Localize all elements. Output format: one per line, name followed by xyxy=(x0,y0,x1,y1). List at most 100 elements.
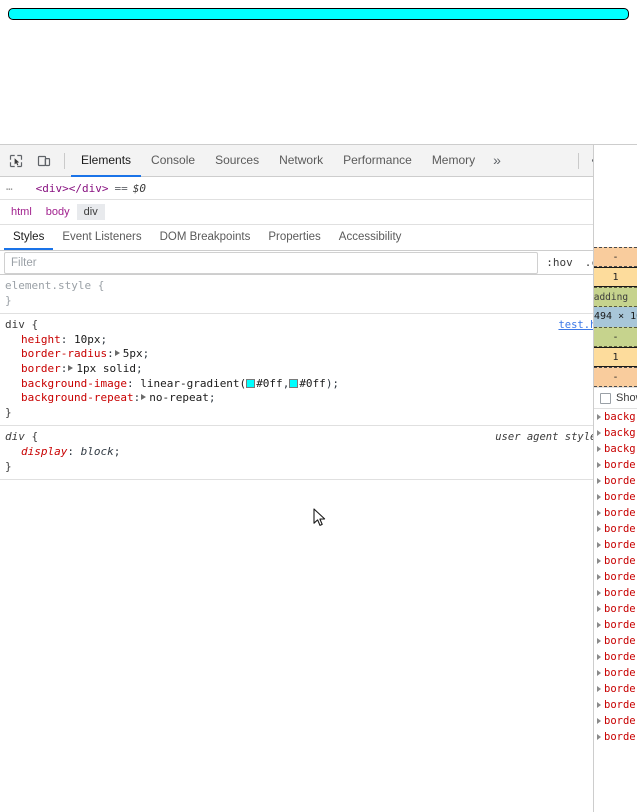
computed-property-row[interactable]: border-right-style xyxy=(594,681,637,697)
computed-properties-list[interactable]: background-attachment background-clip ba… xyxy=(594,409,637,745)
expand-triangle-icon[interactable] xyxy=(597,654,601,660)
computed-property-row[interactable]: background-attachment xyxy=(594,409,637,425)
computed-sidebar: - 1 padding 494 × 10 - 1 - xyxy=(593,145,637,812)
gradient-color-stop-2[interactable]: #0ff xyxy=(299,377,326,390)
dom-node-row[interactable]: … <div></div> == $0 ▲ ▼ xyxy=(0,177,637,200)
box-model-border-bottom[interactable]: 1 xyxy=(594,347,637,367)
gradient-color-stop-1[interactable]: #0ff xyxy=(256,377,283,390)
expand-triangle-icon[interactable] xyxy=(597,686,601,692)
box-model-margin-top[interactable]: - xyxy=(594,247,637,267)
computed-property-row[interactable]: border-left-width xyxy=(594,649,637,665)
computed-property-row[interactable]: border-left-color xyxy=(594,617,637,633)
breadcrumb-item-body[interactable]: body xyxy=(39,204,77,220)
hov-toggle-label: :hov xyxy=(546,256,573,269)
computed-property-row[interactable]: border-bottom-left-radius xyxy=(594,473,637,489)
expand-triangle-icon[interactable] xyxy=(597,542,601,548)
computed-property-row[interactable]: border-image-width xyxy=(594,601,637,617)
style-rule-div-author[interactable]: test.html:3 div { height: 10px; border-r… xyxy=(0,314,637,426)
tab-memory[interactable]: Memory xyxy=(422,145,485,177)
box-model-border-top[interactable]: 1 xyxy=(594,267,637,287)
computed-property-row[interactable]: border-top-color xyxy=(594,713,637,729)
expand-triangle-icon[interactable] xyxy=(597,734,601,740)
declaration-background-image[interactable]: background-image: linear-gradient(#0ff,#… xyxy=(0,377,637,392)
hov-toggle-button[interactable]: :hov xyxy=(540,256,579,269)
dom-collapsed-dots[interactable]: … xyxy=(4,180,18,197)
color-swatch-icon[interactable] xyxy=(246,379,255,388)
expand-triangle-icon[interactable] xyxy=(597,574,601,580)
tab-sources[interactable]: Sources xyxy=(205,145,269,177)
tab-properties[interactable]: Properties xyxy=(259,225,329,250)
declaration-border[interactable]: border:1px solid; xyxy=(0,362,637,377)
computed-property-row[interactable]: border-right-width xyxy=(594,697,637,713)
expand-triangle-icon[interactable] xyxy=(115,350,120,356)
computed-property-row[interactable]: background-clip xyxy=(594,425,637,441)
color-swatch-icon[interactable] xyxy=(289,379,298,388)
filter-input[interactable]: Filter xyxy=(4,252,538,274)
expand-triangle-icon[interactable] xyxy=(597,478,601,484)
expand-triangle-icon[interactable] xyxy=(597,622,601,628)
expand-triangle-icon[interactable] xyxy=(68,365,73,371)
breadcrumb-item-div[interactable]: div xyxy=(77,204,105,220)
computed-property-row[interactable]: border-bottom-width xyxy=(594,521,637,537)
expand-triangle-icon[interactable] xyxy=(597,510,601,516)
declaration-value[interactable]: 1px solid xyxy=(76,362,136,375)
expand-triangle-icon[interactable] xyxy=(597,558,601,564)
computed-property-row[interactable]: border-image-repeat xyxy=(594,553,637,569)
expand-triangle-icon[interactable] xyxy=(597,718,601,724)
computed-property-row[interactable]: border-image-slice xyxy=(594,569,637,585)
declaration-border-radius[interactable]: border-radius:5px; xyxy=(0,347,637,362)
computed-property-row[interactable]: border-right-color xyxy=(594,665,637,681)
tab-elements[interactable]: Elements xyxy=(71,145,141,177)
expand-triangle-icon[interactable] xyxy=(597,494,601,500)
expand-triangle-icon[interactable] xyxy=(597,430,601,436)
computed-property-row[interactable]: border-image-source xyxy=(594,585,637,601)
expand-triangle-icon[interactable] xyxy=(597,606,601,612)
expand-triangle-icon[interactable] xyxy=(141,394,146,400)
box-model-padding-top[interactable]: padding xyxy=(594,287,637,307)
style-rule-element-style[interactable]: element.style { } xyxy=(0,275,637,314)
tab-styles[interactable]: Styles xyxy=(4,225,53,250)
computed-property-row[interactable]: background-color xyxy=(594,441,637,457)
expand-triangle-icon[interactable] xyxy=(597,414,601,420)
rule-selector: element.style xyxy=(5,279,91,292)
tab-console-label: Console xyxy=(151,153,195,167)
box-model-content[interactable]: 494 × 10 xyxy=(594,307,637,327)
computed-property-row[interactable]: border-top-left-radius xyxy=(594,729,637,745)
expand-triangle-icon[interactable] xyxy=(597,670,601,676)
tab-accessibility[interactable]: Accessibility xyxy=(330,225,411,250)
tab-console[interactable]: Console xyxy=(141,145,205,177)
tab-event-listeners[interactable]: Event Listeners xyxy=(53,225,150,250)
styles-rules-container[interactable]: element.style { } test.html:3 div { heig… xyxy=(0,275,637,812)
box-model-margin-bottom[interactable]: - xyxy=(594,367,637,387)
computed-property-row[interactable]: border-left-style xyxy=(594,633,637,649)
computed-property-name: border-left-color xyxy=(604,619,637,631)
computed-property-row[interactable]: border-bottom-right-radius xyxy=(594,489,637,505)
expand-triangle-icon[interactable] xyxy=(597,702,601,708)
declaration-height[interactable]: height: 10px; xyxy=(0,333,637,348)
box-model-padding-bottom[interactable]: - xyxy=(594,327,637,347)
tab-performance[interactable]: Performance xyxy=(333,145,422,177)
expand-triangle-icon[interactable] xyxy=(597,638,601,644)
expand-triangle-icon[interactable] xyxy=(597,526,601,532)
tab-network[interactable]: Network xyxy=(269,145,333,177)
declaration-background-repeat[interactable]: background-repeat:no-repeat; xyxy=(0,391,637,406)
show-all-checkbox-row[interactable]: Show all xyxy=(594,387,637,409)
computed-property-name: border-right-color xyxy=(604,667,637,679)
show-all-checkbox[interactable] xyxy=(600,393,611,404)
declaration-display[interactable]: display: block; xyxy=(0,445,637,460)
computed-property-row[interactable]: border-image-outset xyxy=(594,537,637,553)
declaration-value[interactable]: 5px xyxy=(123,347,143,360)
expand-triangle-icon[interactable] xyxy=(597,446,601,452)
device-toolbar-icon[interactable] xyxy=(30,148,58,174)
declaration-value[interactable]: no-repeat xyxy=(149,391,209,404)
tab-dom-breakpoints[interactable]: DOM Breakpoints xyxy=(151,225,260,250)
expand-triangle-icon[interactable] xyxy=(597,462,601,468)
style-rule-div-user-agent[interactable]: user agent stylesheet div { display: blo… xyxy=(0,426,637,480)
more-tabs-icon[interactable]: » xyxy=(485,145,509,177)
breadcrumb-item-html[interactable]: html xyxy=(4,204,39,220)
expand-triangle-icon[interactable] xyxy=(597,590,601,596)
computed-property-row[interactable]: border-bottom-color xyxy=(594,457,637,473)
computed-property-row[interactable]: border-bottom-style xyxy=(594,505,637,521)
declaration-value[interactable]: 10px xyxy=(74,333,101,346)
inspect-element-icon[interactable] xyxy=(2,148,30,174)
